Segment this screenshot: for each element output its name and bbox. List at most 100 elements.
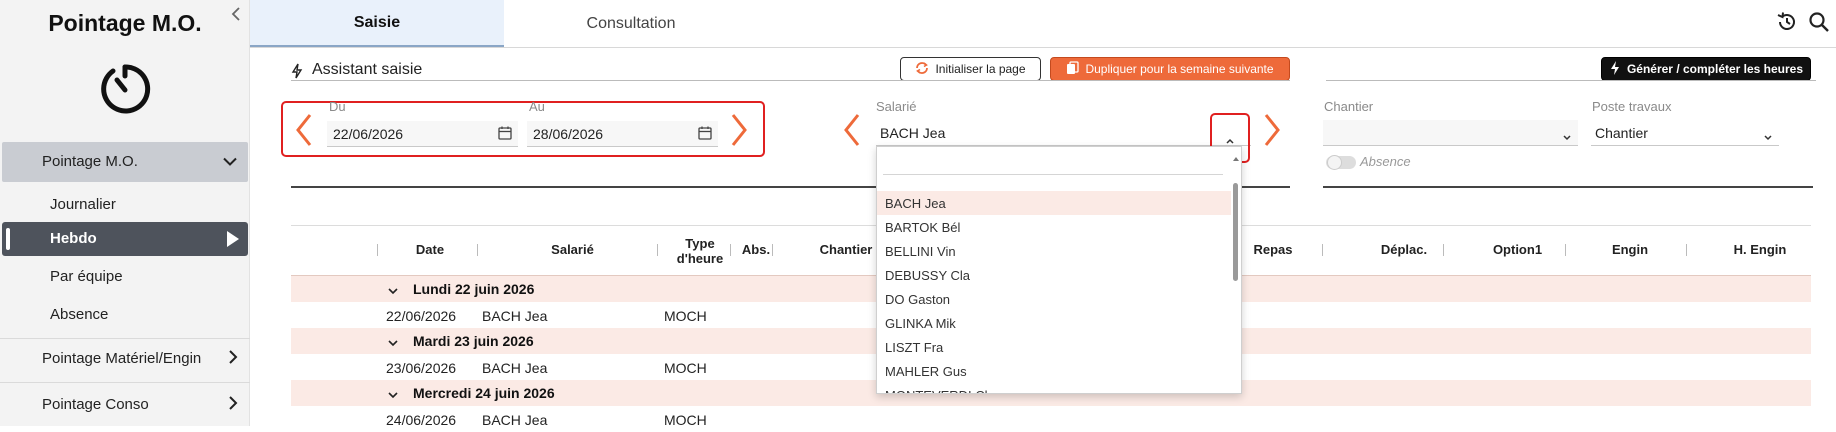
sidebar-item-hebdo[interactable]: Hebdo bbox=[2, 222, 248, 256]
table-row[interactable]: 24/06/2026 BACH Jea MOCH bbox=[291, 406, 1811, 432]
chantier-label: Chantier bbox=[1324, 99, 1374, 114]
dropdown-search-input[interactable] bbox=[883, 153, 1223, 175]
tab-saisie[interactable]: Saisie bbox=[250, 0, 504, 47]
absence-toggle-knob[interactable] bbox=[1327, 155, 1342, 170]
chevron-down-icon[interactable] bbox=[387, 283, 399, 299]
header-type-heure[interactable]: Type d'heure bbox=[665, 236, 735, 266]
duplicate-week-label: Dupliquer pour la semaine suivante bbox=[1085, 62, 1274, 76]
next-week-chevron-icon[interactable] bbox=[729, 112, 749, 153]
dropdown-option[interactable]: DEBUSSY Cla bbox=[877, 263, 1231, 287]
tab-consultation[interactable]: Consultation bbox=[504, 0, 758, 47]
dropdown-option[interactable]: DO Gaston bbox=[877, 287, 1231, 311]
chevron-right-icon bbox=[228, 349, 238, 369]
sidebar-item-pointage-conso[interactable]: Pointage Conso bbox=[2, 388, 248, 422]
calendar-icon[interactable] bbox=[498, 126, 512, 145]
cell-salarie: BACH Jea bbox=[482, 308, 548, 324]
scroll-up-icon[interactable] bbox=[1232, 149, 1240, 167]
sidebar-item-label: Par équipe bbox=[50, 268, 123, 285]
dropdown-option[interactable]: MONTEVERDI Cl bbox=[877, 383, 1231, 394]
collapse-sidebar-icon[interactable] bbox=[230, 6, 242, 27]
header-repas[interactable]: Repas bbox=[1245, 242, 1301, 257]
header-deplac[interactable]: Déplac. bbox=[1360, 242, 1448, 257]
chevron-down-icon bbox=[1763, 129, 1773, 147]
du-date-input[interactable]: 22/06/2026 bbox=[327, 121, 518, 147]
dropdown-option[interactable]: BACH Jea bbox=[877, 191, 1231, 215]
duplicate-week-button[interactable]: Dupliquer pour la semaine suivante bbox=[1050, 57, 1290, 81]
dropdown-scrollbar[interactable] bbox=[1231, 149, 1241, 393]
sidebar-divider bbox=[0, 382, 250, 383]
cell-date: 22/06/2026 bbox=[386, 308, 457, 324]
refresh-icon bbox=[915, 61, 929, 78]
sidebar-item-pointage-materiel[interactable]: Pointage Matériel/Engin bbox=[2, 342, 248, 376]
tabs-divider bbox=[250, 47, 1836, 48]
search-icon[interactable] bbox=[1808, 11, 1830, 38]
column-separator bbox=[1443, 244, 1444, 256]
sidebar-item-journalier[interactable]: Journalier bbox=[2, 190, 248, 220]
au-date-input[interactable]: 28/06/2026 bbox=[527, 121, 718, 147]
calendar-icon[interactable] bbox=[698, 126, 712, 145]
column-separator bbox=[1686, 244, 1687, 256]
salarie-label: Salarié bbox=[876, 99, 917, 114]
scroll-down-icon[interactable] bbox=[1232, 385, 1240, 393]
column-separator bbox=[477, 244, 478, 256]
sidebar-item-label: Absence bbox=[50, 306, 109, 323]
du-date-value: 22/06/2026 bbox=[333, 126, 404, 142]
bolt-icon bbox=[1609, 60, 1621, 79]
header-h-engin[interactable]: H. Engin bbox=[1715, 242, 1805, 257]
init-page-button[interactable]: Initialiser la page bbox=[900, 57, 1041, 81]
sidebar-item-absence[interactable]: Absence bbox=[2, 300, 248, 330]
chantier-select[interactable] bbox=[1323, 120, 1578, 146]
generate-hours-label: Générer / compléter les heures bbox=[1626, 62, 1804, 76]
header-date[interactable]: Date bbox=[385, 242, 475, 257]
filters-divider-right bbox=[1323, 186, 1813, 188]
cell-type: MOCH bbox=[664, 360, 707, 376]
previous-employee-chevron-icon[interactable] bbox=[842, 112, 862, 153]
cell-salarie: BACH Jea bbox=[482, 360, 548, 376]
sidebar-item-label: Journalier bbox=[50, 196, 116, 213]
header-salarie[interactable]: Salarié bbox=[520, 242, 625, 257]
header-type-line2: d'heure bbox=[676, 251, 724, 266]
dropdown-option[interactable]: BARTOK Bél bbox=[877, 215, 1231, 239]
assistant-title-text: Assistant saisie bbox=[312, 61, 423, 78]
previous-week-chevron-icon[interactable] bbox=[294, 112, 314, 153]
header-abs[interactable]: Abs. bbox=[738, 242, 774, 257]
absence-label: Absence bbox=[1360, 154, 1411, 169]
du-label: Du bbox=[329, 99, 346, 114]
cell-type: MOCH bbox=[664, 308, 707, 324]
chevron-right-icon bbox=[228, 395, 238, 415]
dropdown-option[interactable]: LISZT Fra bbox=[877, 335, 1231, 359]
header-chantier[interactable]: Chantier bbox=[810, 242, 882, 257]
chevron-down-icon[interactable] bbox=[387, 387, 399, 403]
cell-date: 23/06/2026 bbox=[386, 360, 457, 376]
header-option1[interactable]: Option1 bbox=[1470, 242, 1565, 257]
chevron-down-icon bbox=[1562, 129, 1572, 147]
header-type-line1: Type bbox=[685, 236, 715, 251]
salarie-select[interactable]: BACH Jea bbox=[876, 120, 1251, 146]
dropdown-option[interactable]: BELLINI Vin bbox=[877, 239, 1231, 263]
chevron-down-icon[interactable] bbox=[387, 335, 399, 351]
sidebar: Pointage M.O. Pointage M.O. Journalier H… bbox=[0, 0, 250, 426]
column-separator bbox=[1322, 244, 1323, 256]
poste-select[interactable]: Chantier bbox=[1591, 120, 1779, 146]
group-label: Mercredi 24 juin 2026 bbox=[413, 385, 555, 401]
sidebar-item-label: Pointage Conso bbox=[42, 396, 149, 413]
header-engin[interactable]: Engin bbox=[1600, 242, 1660, 257]
sidebar-item-label: Pointage M.O. bbox=[42, 153, 138, 170]
column-separator bbox=[730, 244, 731, 256]
column-separator bbox=[1565, 244, 1566, 256]
dropdown-option[interactable]: GLINKA Mik bbox=[877, 311, 1231, 335]
generate-hours-button[interactable]: Générer / compléter les heures bbox=[1601, 57, 1811, 81]
sidebar-item-pointage-mo[interactable]: Pointage M.O. bbox=[2, 142, 248, 182]
copy-icon bbox=[1066, 60, 1080, 78]
active-indicator bbox=[6, 228, 10, 250]
sidebar-item-par-equipe[interactable]: Par équipe bbox=[2, 262, 248, 292]
play-icon bbox=[226, 230, 240, 252]
dropdown-scroll-thumb[interactable] bbox=[1233, 183, 1238, 281]
next-employee-chevron-icon[interactable] bbox=[1262, 112, 1282, 153]
salarie-value: BACH Jea bbox=[880, 125, 946, 141]
au-date-value: 28/06/2026 bbox=[533, 126, 604, 142]
assistant-title: Assistant saisie bbox=[312, 61, 422, 79]
dropdown-option[interactable]: MAHLER Gus bbox=[877, 359, 1231, 383]
poste-value: Chantier bbox=[1595, 125, 1648, 141]
history-icon[interactable] bbox=[1776, 11, 1798, 38]
